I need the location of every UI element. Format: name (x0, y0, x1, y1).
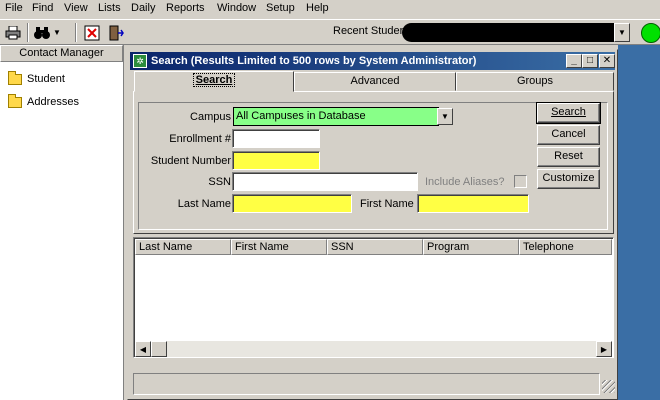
toolbar-separator (75, 23, 77, 42)
column-header-ssn[interactable]: SSN (327, 239, 423, 255)
last-name-field[interactable] (232, 194, 352, 213)
tree-item-label: Addresses (27, 96, 79, 108)
tree-item-addresses[interactable]: Addresses (8, 93, 79, 110)
menu-bar: File Find View Lists Daily Reports Windo… (0, 0, 660, 19)
tree-item-student[interactable]: Student (8, 70, 65, 87)
search-window: ✲ Search (Results Limited to 500 rows by… (127, 49, 618, 400)
chevron-down-icon[interactable]: ▼ (437, 108, 453, 125)
menu-reports[interactable]: Reports (166, 2, 205, 14)
campus-label: Campus (190, 111, 231, 123)
recent-students-label: Recent Studen (333, 25, 406, 37)
scroll-left-icon[interactable]: ◀ (135, 341, 151, 357)
resize-grip-icon[interactable] (602, 380, 615, 393)
contact-manager-panel: Contact Manager Student Addresses (0, 45, 124, 400)
student-number-field[interactable] (232, 151, 320, 170)
column-header-first-name[interactable]: First Name (231, 239, 327, 255)
folder-icon (8, 70, 22, 85)
horizontal-scrollbar[interactable]: ◀ ▶ (135, 341, 612, 357)
search-criteria-group: Campus All Campuses in Database ▼ Enroll… (138, 102, 608, 230)
binoculars-icon[interactable] (32, 23, 52, 42)
results-grid[interactable]: Last Name First Name SSN Program Telepho… (133, 237, 614, 358)
search-button-label: Search (551, 106, 586, 118)
toolbar-separator (27, 23, 29, 42)
menu-file[interactable]: File (5, 2, 23, 14)
first-name-label: First Name (360, 198, 414, 210)
tab-groups[interactable]: Groups (456, 72, 614, 91)
recent-students-combo[interactable] (402, 23, 630, 42)
window-titlebar[interactable]: ✲ Search (Results Limited to 500 rows by… (130, 52, 615, 70)
column-header-program[interactable]: Program (423, 239, 519, 255)
enrollment-label: Enrollment # (169, 133, 231, 145)
include-aliases-label: Include Aliases? (425, 176, 505, 188)
menu-setup[interactable]: Setup (266, 2, 295, 14)
close-button[interactable]: ✕ (599, 54, 615, 68)
tab-advanced[interactable]: Advanced (294, 72, 456, 91)
close-record-icon[interactable] (82, 23, 102, 42)
reset-button[interactable]: Reset (537, 147, 600, 167)
scrollbar-thumb[interactable] (151, 341, 167, 357)
ssn-label: SSN (208, 176, 231, 188)
folder-icon (8, 93, 22, 108)
ssn-field[interactable] (232, 172, 418, 191)
exit-door-icon[interactable] (106, 23, 126, 42)
search-button[interactable]: Search (536, 102, 601, 124)
status-light-icon (641, 23, 660, 43)
cancel-button[interactable]: Cancel (537, 125, 600, 145)
customize-button[interactable]: Customize (537, 169, 600, 189)
toolbar: ▼ Recent Studen ▼ (0, 19, 660, 45)
menu-daily[interactable]: Daily (131, 2, 155, 14)
window-title: Search (Results Limited to 500 rows by S… (151, 55, 477, 67)
include-aliases-checkbox[interactable] (514, 175, 527, 188)
menu-help[interactable]: Help (306, 2, 329, 14)
menu-view[interactable]: View (64, 2, 88, 14)
last-name-label: Last Name (177, 198, 231, 210)
app-icon: ✲ (133, 54, 147, 68)
minimize-button[interactable]: _ (566, 54, 582, 68)
status-bar (133, 373, 600, 395)
printer-icon[interactable] (3, 23, 23, 42)
menu-find[interactable]: Find (32, 2, 53, 14)
menu-lists[interactable]: Lists (98, 2, 121, 14)
tab-search[interactable]: Search (134, 71, 294, 92)
first-name-field[interactable] (417, 194, 529, 213)
dropdown-arrow-icon[interactable]: ▼ (50, 23, 64, 42)
chevron-down-icon[interactable]: ▼ (614, 23, 630, 42)
scroll-right-icon[interactable]: ▶ (596, 341, 612, 357)
contact-manager-header[interactable]: Contact Manager (0, 45, 123, 62)
maximize-button[interactable]: □ (582, 54, 598, 68)
column-header-telephone[interactable]: Telephone (519, 239, 612, 255)
desktop-background (618, 45, 660, 400)
campus-select[interactable]: All Campuses in Database (233, 107, 439, 126)
tab-label: Search (192, 73, 236, 87)
enrollment-field[interactable] (232, 129, 320, 148)
search-tab-panel: Campus All Campuses in Database ▼ Enroll… (133, 91, 614, 234)
tree-item-label: Student (27, 73, 65, 85)
menu-window[interactable]: Window (217, 2, 256, 14)
student-number-label: Student Number (150, 155, 231, 167)
column-header-last-name[interactable]: Last Name (135, 239, 231, 255)
